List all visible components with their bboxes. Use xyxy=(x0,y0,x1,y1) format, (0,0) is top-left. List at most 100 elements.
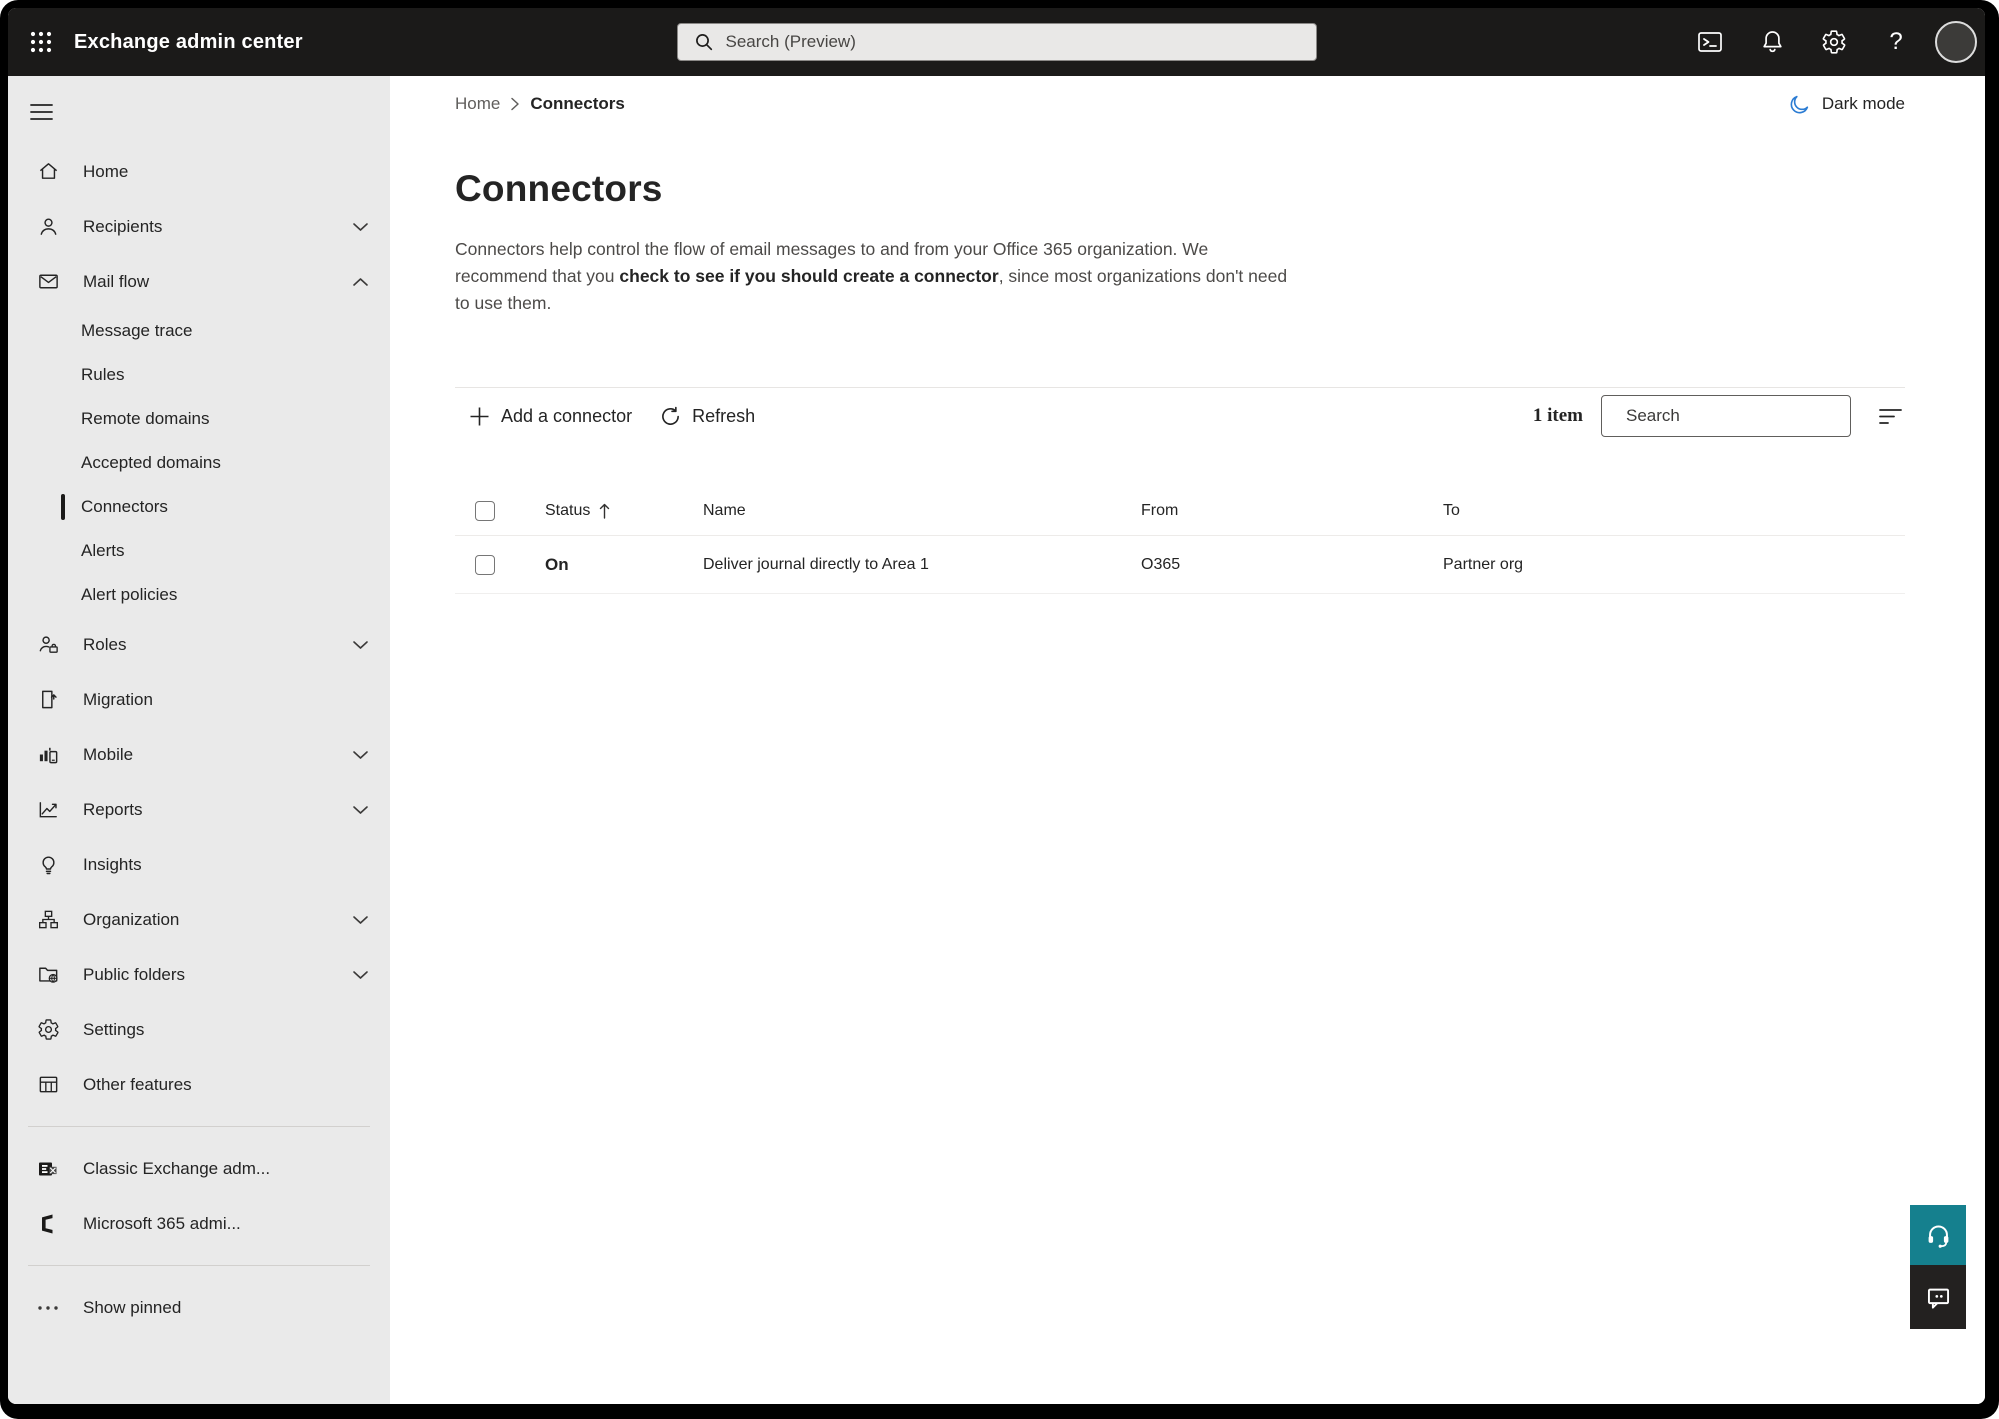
filter-button[interactable] xyxy=(1875,401,1905,431)
reports-icon xyxy=(36,798,60,822)
sidebar-item-label: Message trace xyxy=(81,321,193,340)
refresh-label: Refresh xyxy=(692,405,756,426)
page-header-row: Home Connectors Dark mode xyxy=(455,90,1905,118)
nav-items: Home Recipients Mail flow Message trace … xyxy=(8,144,390,1112)
breadcrumb-chevron-icon xyxy=(511,97,520,111)
sidebar-item-organization[interactable]: Organization xyxy=(8,892,390,947)
sidebar-item-label: Organization xyxy=(83,909,180,929)
row-name: Deliver journal directly to Area 1 xyxy=(703,555,929,573)
classic-exchange-icon xyxy=(36,1157,60,1181)
column-header-to[interactable]: To xyxy=(1415,502,1905,520)
sidebar-item-insights[interactable]: Insights xyxy=(8,837,390,892)
sidebar-item-message-trace[interactable]: Message trace xyxy=(8,309,390,353)
feedback-button[interactable] xyxy=(1910,1265,1966,1329)
mobile-icon xyxy=(36,743,60,767)
account-avatar[interactable] xyxy=(1935,21,1977,63)
sidebar-item-public-folders[interactable]: Public folders xyxy=(8,947,390,1002)
microsoft-365-icon xyxy=(36,1212,60,1236)
support-button[interactable] xyxy=(1910,1205,1966,1265)
powershell-button[interactable] xyxy=(1679,8,1741,76)
chevron-down-icon xyxy=(353,915,368,924)
person-icon xyxy=(36,215,60,239)
sidebar-item-label: Mobile xyxy=(83,744,134,764)
sidebar-show-pinned[interactable]: Show pinned xyxy=(8,1280,390,1335)
folder-globe-icon xyxy=(36,963,60,987)
app-title: Exchange admin center xyxy=(74,30,303,53)
app-launcher-button[interactable] xyxy=(8,8,74,76)
column-header-label: To xyxy=(1443,501,1460,519)
roles-icon xyxy=(36,633,60,657)
exchange-admin-center-window: Exchange admin center Search (Preview) ?… xyxy=(8,8,1985,1404)
breadcrumb-home-link[interactable]: Home xyxy=(455,94,500,114)
row-checkbox-cell xyxy=(455,554,517,575)
sidebar-link-m365-admin[interactable]: Microsoft 365 admi... xyxy=(8,1196,390,1251)
sidebar-item-label: Mail flow xyxy=(83,271,150,291)
sidebar-item-accepted-domains[interactable]: Accepted domains xyxy=(8,441,390,485)
connectors-table: Status Name From To On Deliver journal d… xyxy=(455,486,1905,594)
sidebar-item-alert-policies[interactable]: Alert policies xyxy=(8,573,390,617)
sidebar-link-classic-exchange[interactable]: Classic Exchange adm... xyxy=(8,1141,390,1196)
sidebar-item-label: Roles xyxy=(83,634,127,654)
sidebar-item-rules[interactable]: Rules xyxy=(8,353,390,397)
dark-mode-toggle[interactable]: Dark mode xyxy=(1788,93,1905,116)
sidebar-item-migration[interactable]: Migration xyxy=(8,672,390,727)
add-connector-label: Add a connector xyxy=(501,405,633,426)
column-header-name[interactable]: Name xyxy=(675,502,1113,520)
chevron-up-icon xyxy=(353,277,368,286)
notifications-button[interactable] xyxy=(1741,8,1803,76)
collapse-nav-button[interactable] xyxy=(30,92,74,132)
sidebar-item-roles[interactable]: Roles xyxy=(8,617,390,672)
sidebar-item-other-features[interactable]: Other features xyxy=(8,1057,390,1112)
bell-icon xyxy=(1762,31,1782,53)
sidebar-item-label: Connectors xyxy=(81,497,168,516)
sidebar-item-label: Insights xyxy=(83,854,142,874)
list-search-box[interactable] xyxy=(1601,395,1851,437)
global-search-input[interactable] xyxy=(725,32,1300,52)
breadcrumb: Home Connectors xyxy=(455,94,625,114)
settings-button[interactable] xyxy=(1803,8,1865,76)
refresh-icon xyxy=(662,406,680,425)
sidebar-item-reports[interactable]: Reports xyxy=(8,782,390,837)
sidebar-item-label: Microsoft 365 admi... xyxy=(83,1213,241,1233)
table-header-row: Status Name From To xyxy=(455,486,1905,536)
refresh-button[interactable]: Refresh xyxy=(660,406,755,427)
sidebar-item-mobile[interactable]: Mobile xyxy=(8,727,390,782)
description-link[interactable]: check to see if you should create a conn… xyxy=(619,266,998,286)
sidebar-item-mail-flow[interactable]: Mail flow xyxy=(8,254,390,309)
global-search-box[interactable] xyxy=(676,23,1317,61)
sort-ascending-icon xyxy=(600,503,610,519)
sidebar-item-label: Settings xyxy=(83,1019,145,1039)
list-search-input[interactable] xyxy=(1626,406,1847,426)
table-row[interactable]: On Deliver journal directly to Area 1 O3… xyxy=(455,536,1905,594)
home-icon xyxy=(36,160,60,184)
sidebar-item-label: Recipients xyxy=(83,216,163,236)
add-connector-button[interactable]: Add a connector xyxy=(469,406,632,427)
sidebar-item-settings[interactable]: Settings xyxy=(8,1002,390,1057)
headset-icon xyxy=(1928,1225,1948,1248)
sidebar-item-recipients[interactable]: Recipients xyxy=(8,199,390,254)
sidebar-item-alerts[interactable]: Alerts xyxy=(8,529,390,573)
column-header-from[interactable]: From xyxy=(1113,502,1415,520)
sidebar-item-label: Classic Exchange adm... xyxy=(83,1158,271,1178)
column-header-label: Name xyxy=(703,501,746,519)
item-count: 1 item xyxy=(1532,405,1583,426)
lightbulb-icon xyxy=(36,853,60,877)
hamburger-icon xyxy=(30,104,53,120)
sidebar-item-label: Rules xyxy=(81,365,125,384)
sidebar-item-remote-domains[interactable]: Remote domains xyxy=(8,397,390,441)
row-from: O365 xyxy=(1141,555,1181,573)
column-header-status[interactable]: Status xyxy=(517,502,675,520)
help-button[interactable]: ? xyxy=(1865,8,1927,76)
sidebar-item-home[interactable]: Home xyxy=(8,144,390,199)
list-toolbar: Add a connector Refresh 1 item xyxy=(455,390,1905,442)
waffle-icon xyxy=(30,31,52,53)
select-all-checkbox[interactable] xyxy=(475,500,495,521)
sidebar-divider xyxy=(28,1265,370,1266)
sidebar-item-connectors-selected[interactable]: Connectors xyxy=(8,485,390,529)
sidebar-item-label: Accepted domains xyxy=(81,453,221,472)
help-icon: ? xyxy=(1889,28,1903,55)
row-checkbox[interactable] xyxy=(475,554,495,575)
row-to: Partner org xyxy=(1443,555,1524,573)
content-divider xyxy=(455,387,1905,388)
page-description: Connectors help control the flow of emai… xyxy=(455,236,1303,317)
